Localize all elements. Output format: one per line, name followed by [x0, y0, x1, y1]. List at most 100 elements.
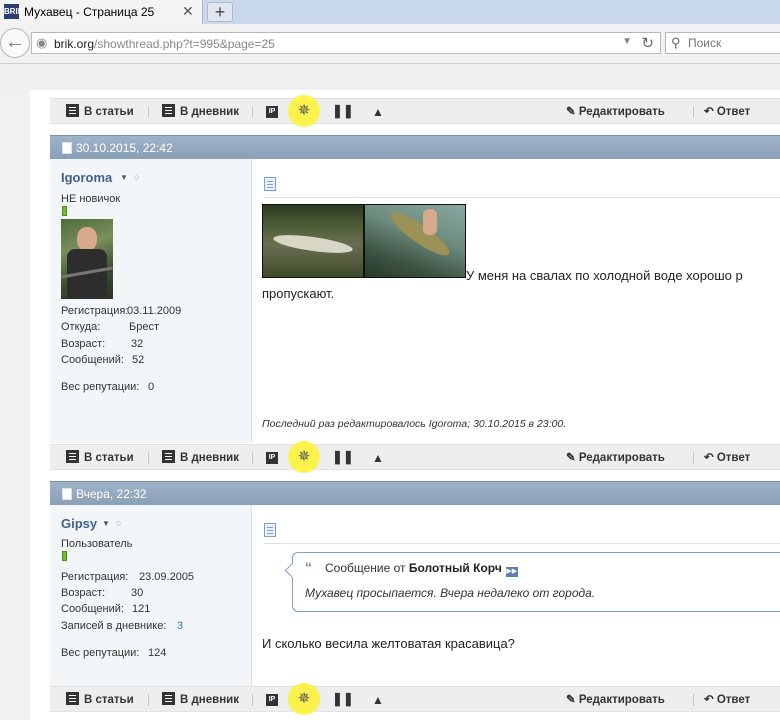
- stat-label: Регистрация:: [61, 305, 129, 317]
- site-favicon-icon: BRIK: [4, 4, 24, 19]
- search-input[interactable]: [688, 36, 778, 50]
- stat-label: Регистрация:: [61, 571, 129, 583]
- post-action-bar: В статьи В дневник IP ✵ ❚❚ ▲ ✎ Редактиро…: [50, 95, 780, 127]
- to-diary-button[interactable]: В дневник: [162, 104, 239, 120]
- thanks-icon[interactable]: ❚❚: [332, 103, 354, 121]
- attached-photo[interactable]: [262, 204, 364, 278]
- report-warning-icon[interactable]: ▲: [372, 105, 384, 119]
- chevron-down-icon[interactable]: ▼: [120, 173, 128, 182]
- ip-icon[interactable]: IP: [266, 452, 278, 464]
- quote-author: Болотный Корч: [408, 561, 502, 575]
- post-date: Вчера, 22:32: [76, 487, 147, 501]
- offline-status-icon: ○: [134, 172, 140, 182]
- back-button[interactable]: ←: [0, 28, 30, 58]
- browser-tab[interactable]: BRIK Мухавец - Страница 25 ✕: [0, 0, 203, 24]
- history-dropdown-icon[interactable]: ▼: [622, 36, 632, 47]
- reputation-star-icon[interactable]: ✵: [288, 441, 320, 473]
- reply-button[interactable]: ↶ Ответ: [704, 450, 750, 466]
- to-articles-button[interactable]: В статьи: [66, 450, 134, 466]
- pencil-icon: ✎: [566, 106, 576, 118]
- reputation-value: 0: [148, 381, 155, 393]
- post-text: пропускают.: [262, 286, 335, 301]
- stat-label: Возраст:: [61, 338, 106, 350]
- post-icon: [62, 142, 72, 154]
- stat-label: Возраст:: [61, 587, 106, 599]
- user-info-panel: Igoroma ▼ ○ НЕ новичок Регистрация: 03.1…: [50, 159, 252, 443]
- to-diary-button[interactable]: В дневник: [162, 450, 239, 466]
- stat-value: 52: [132, 354, 145, 366]
- stat-value: Брест: [129, 321, 159, 333]
- reputation-value: 124: [148, 647, 167, 659]
- ip-icon[interactable]: IP: [266, 106, 278, 118]
- quote-block: “ Сообщение от Болотный Корч ▶▶ Мухавец п…: [284, 552, 780, 612]
- article-icon: [66, 692, 79, 705]
- attached-photo[interactable]: [364, 204, 466, 278]
- new-tab-button[interactable]: +: [207, 2, 233, 22]
- stat-value: 32: [131, 338, 144, 350]
- edited-note: Последний раз редактировалось Igoroma; 3…: [262, 418, 567, 430]
- user-title: Пользователь: [61, 538, 133, 550]
- chevron-down-icon[interactable]: ▼: [102, 519, 110, 528]
- tab-bar: BRIK Мухавец - Страница 25 ✕ +: [0, 0, 780, 24]
- diary-icon: [162, 450, 175, 463]
- stat-label: Сообщений:: [61, 603, 124, 615]
- globe-icon: ◉: [36, 35, 48, 50]
- quote-text: Мухавец просыпается. Вчера недалеко от г…: [305, 586, 596, 600]
- edit-button[interactable]: ✎ Редактировать: [566, 692, 665, 708]
- diary-icon: [162, 104, 175, 117]
- post-action-bar: В статьи В дневник IP ✵ ❚❚ ▲ ✎ Редактиро…: [50, 441, 780, 473]
- stat-value: 03.11.2009: [127, 305, 182, 317]
- reputation-star-icon[interactable]: ✵: [288, 95, 320, 127]
- reputation-star-icon[interactable]: ✵: [288, 683, 320, 715]
- article-icon: [66, 450, 79, 463]
- reputation-bar: [62, 551, 67, 561]
- username-link[interactable]: Igoroma: [61, 170, 112, 185]
- diary-entries-link[interactable]: 3: [177, 620, 183, 632]
- reply-arrow-icon: ↶: [704, 452, 714, 464]
- thanks-icon[interactable]: ❚❚: [332, 691, 354, 709]
- reply-button[interactable]: ↶ Ответ: [704, 104, 750, 120]
- close-tab-icon[interactable]: ✕: [182, 3, 194, 20]
- reputation-label: Вес репутации:: [61, 647, 140, 659]
- ip-icon[interactable]: IP: [266, 694, 278, 706]
- quote-header: Сообщение от Болотный Корч ▶▶: [325, 561, 518, 577]
- thanks-icon[interactable]: ❚❚: [332, 449, 354, 467]
- edit-button[interactable]: ✎ Редактировать: [566, 104, 665, 120]
- post-date: 30.10.2015, 22:42: [76, 141, 173, 155]
- search-bar[interactable]: ⚲: [665, 32, 780, 54]
- to-articles-button[interactable]: В статьи: [66, 692, 134, 708]
- post-action-bar: В статьи В дневник IP ✵ ❚❚ ▲ ✎ Редактиро…: [50, 683, 780, 715]
- report-warning-icon[interactable]: ▲: [372, 693, 384, 707]
- url-text[interactable]: brik.org/showthread.php?t=995&page=25: [54, 37, 275, 51]
- post-text: И сколько весила желтоватая красавица?: [262, 636, 515, 651]
- post-header: 30.10.2015, 22:42: [50, 135, 780, 159]
- navigation-bar: ← ◉ brik.org/showthread.php?t=995&page=2…: [0, 24, 780, 64]
- edit-button[interactable]: ✎ Редактировать: [566, 450, 665, 466]
- avatar[interactable]: [61, 219, 113, 299]
- post-text: У меня на свалах по холодной воде хорошо…: [466, 268, 743, 283]
- pencil-icon: ✎: [566, 694, 576, 706]
- report-warning-icon[interactable]: ▲: [372, 451, 384, 465]
- username-link[interactable]: Gipsy: [61, 516, 97, 531]
- article-icon: [66, 104, 79, 117]
- reply-button[interactable]: ↶ Ответ: [704, 692, 750, 708]
- post-document-icon: [264, 523, 276, 537]
- to-articles-button[interactable]: В статьи: [66, 104, 134, 120]
- tab-title: Мухавец - Страница 25: [24, 5, 155, 19]
- toolbar-area: [0, 64, 780, 90]
- reload-icon[interactable]: ↻: [641, 34, 654, 52]
- user-title: НЕ новичок: [61, 193, 121, 205]
- to-diary-button[interactable]: В дневник: [162, 692, 239, 708]
- quote-icon: “: [305, 559, 312, 575]
- pencil-icon: ✎: [566, 452, 576, 464]
- user-info-panel: Gipsy ▼ ○ Пользователь Регистрация: 23.0…: [50, 505, 252, 686]
- reputation-label: Вес репутации:: [61, 381, 140, 393]
- address-bar[interactable]: ◉ brik.org/showthread.php?t=995&page=25 …: [31, 32, 661, 54]
- stat-value: 30: [131, 587, 144, 599]
- post-body: У меня на свалах по холодной воде хорошо…: [252, 159, 780, 443]
- post-icon: [62, 488, 72, 500]
- post-body: “ Сообщение от Болотный Корч ▶▶ Мухавец п…: [252, 505, 780, 686]
- view-post-icon[interactable]: ▶▶: [505, 567, 518, 577]
- offline-status-icon: ○: [116, 518, 122, 528]
- post-document-icon: [264, 177, 276, 191]
